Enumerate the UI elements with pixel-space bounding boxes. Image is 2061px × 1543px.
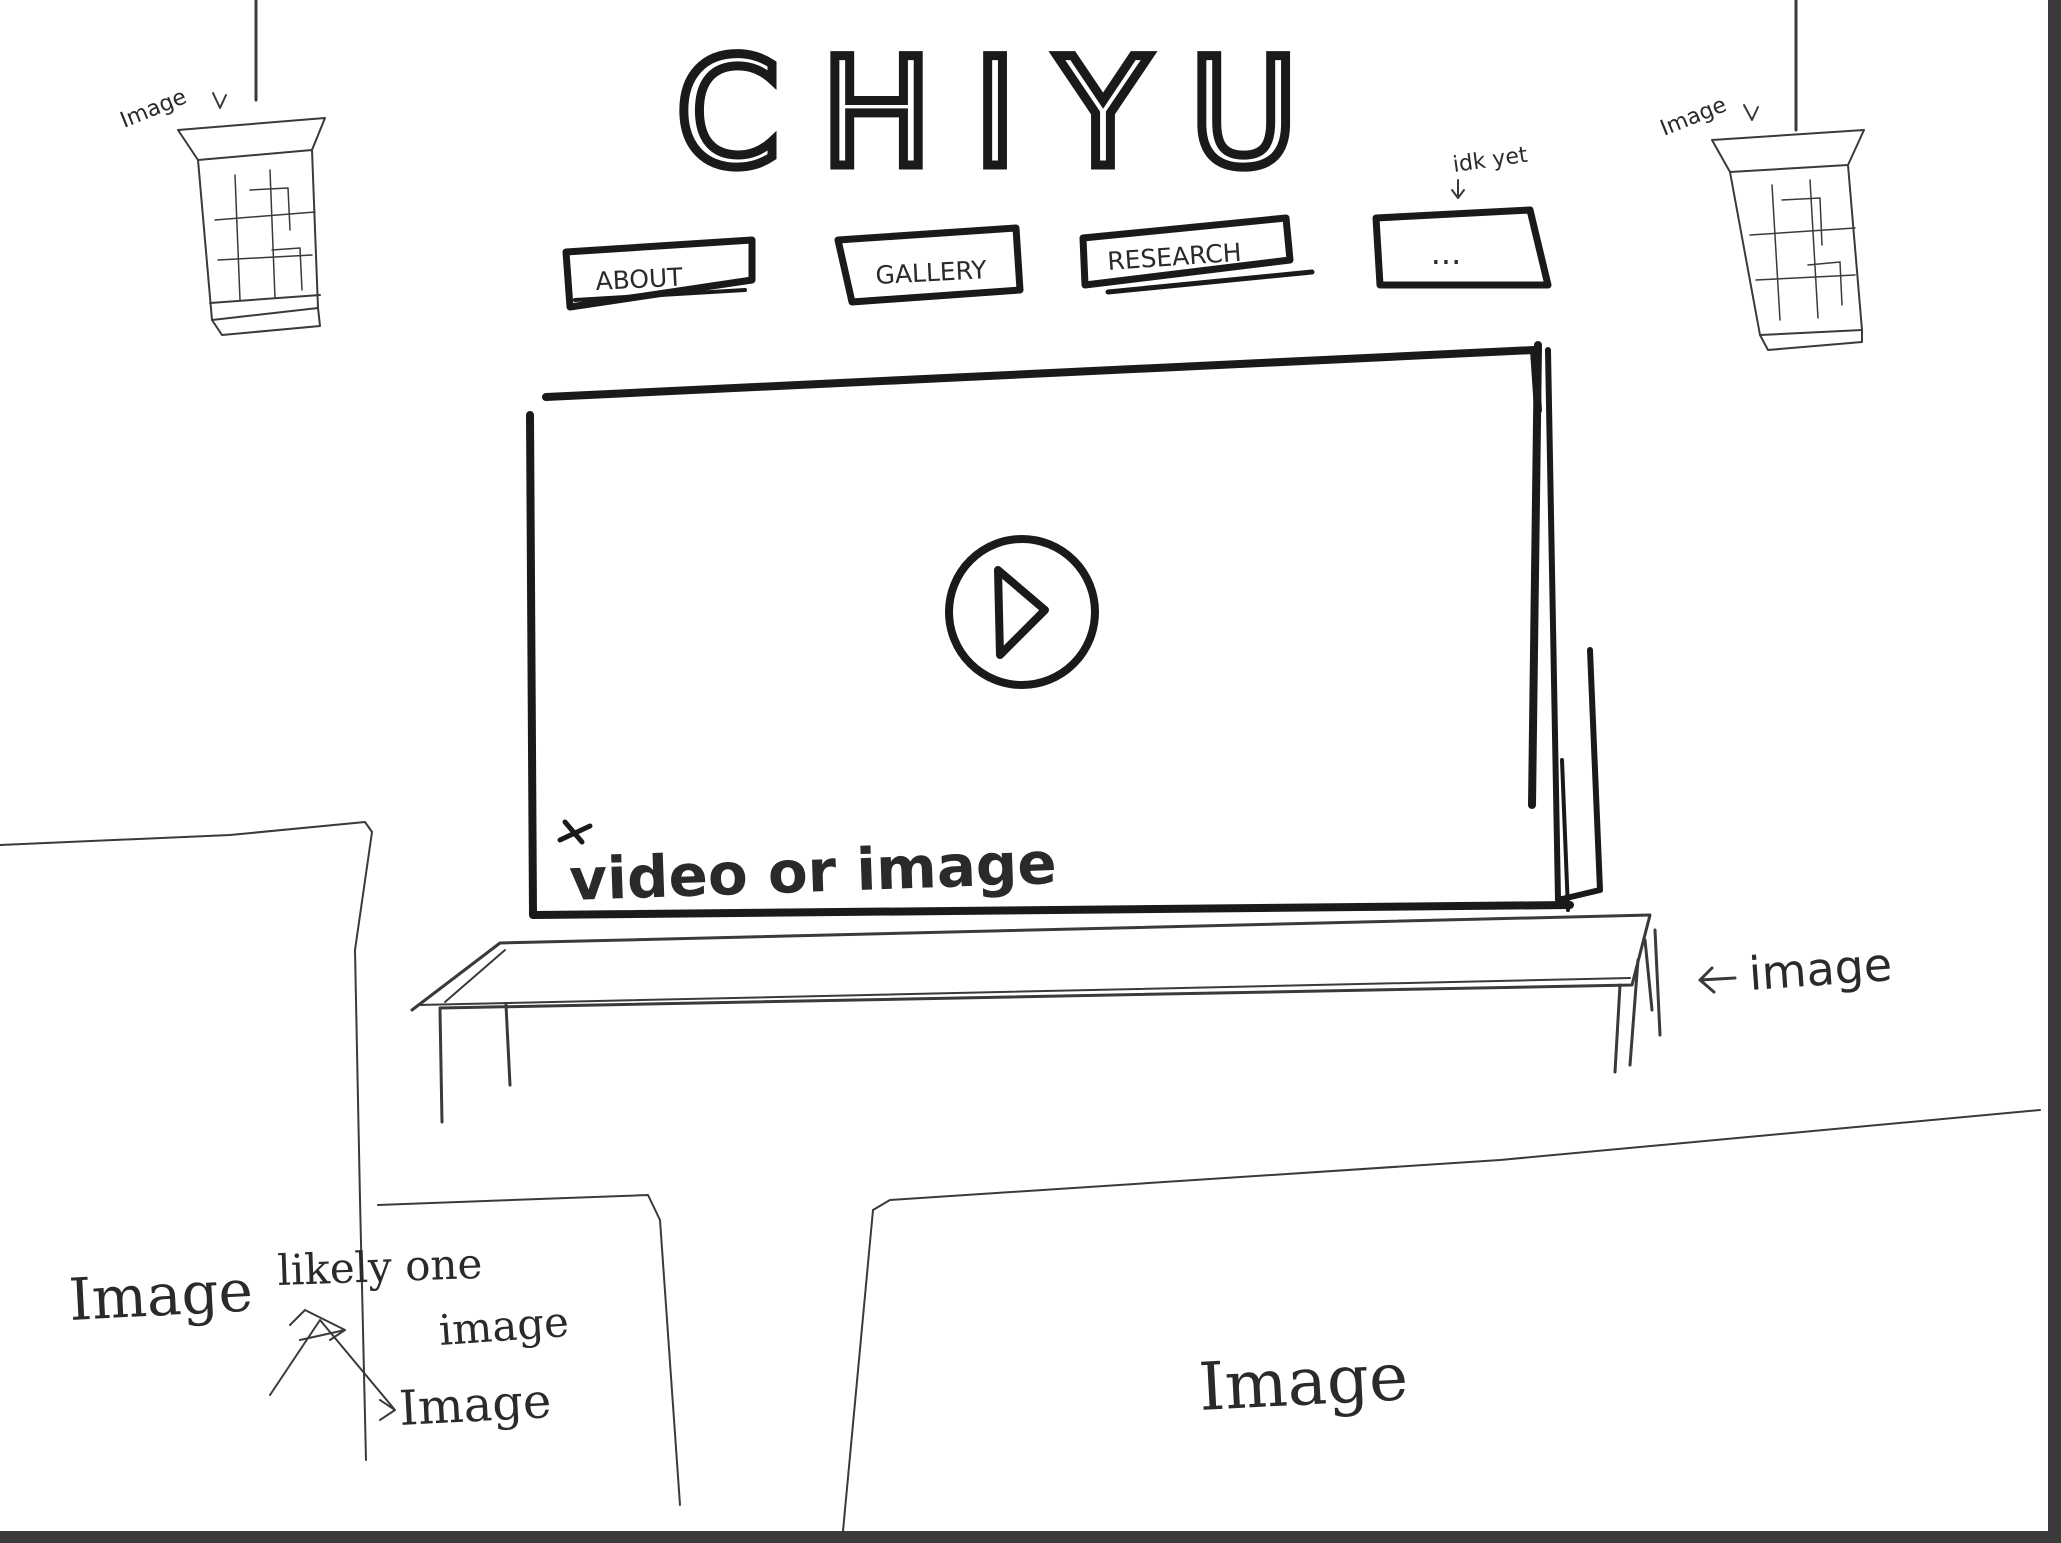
nav-more-note: idk yet: [1451, 143, 1529, 178]
nav-item-gallery[interactable]: GALLERY: [834, 224, 1024, 306]
likely-one-annotation: likely one: [277, 1239, 483, 1295]
bottom-middle-annotation: Image: [398, 1373, 553, 1437]
site-title: CHIYU: [675, 27, 1338, 201]
hero-media-frame[interactable]: [526, 341, 1603, 919]
lantern-left-label: Image: [117, 85, 190, 134]
nav-item-about[interactable]: ABOUT: [562, 236, 756, 311]
nav-label-gallery: GALLERY: [875, 255, 988, 290]
bracket-arrow-icon: [269, 1309, 396, 1421]
arrow-down-icon: [1743, 104, 1759, 121]
lantern-right-label: Image: [1657, 93, 1730, 142]
nav-item-research[interactable]: RESEARCH: [1079, 214, 1315, 295]
bottom-right-image-block: [842, 1109, 2041, 1531]
nav-item-more[interactable]: ...: [1372, 206, 1552, 289]
nav-label-about: ABOUT: [595, 262, 684, 296]
asterisk-icon: [557, 819, 593, 845]
image-word-annotation: image: [437, 1297, 570, 1355]
bottom-left-image-block: [0, 821, 373, 1461]
arrow-down-icon: [1451, 179, 1465, 199]
nav-label-more: ...: [1431, 234, 1462, 272]
bench-annotation: image: [1747, 937, 1894, 1001]
wireframe-sketch: Image Image CHIYU ABOUT GALLERY RESEARCH…: [0, 0, 2041, 1531]
play-icon[interactable]: [945, 535, 1099, 689]
scrollbar-horizontal[interactable]: [0, 1531, 2061, 1543]
bench-image: [410, 913, 1662, 1124]
bottom-right-annotation: Image: [1197, 1338, 1410, 1426]
bottom-left-annotation: Image: [67, 1256, 254, 1334]
lantern-left-image: [177, 0, 326, 336]
arrow-down-icon: [212, 92, 227, 109]
hero-annotation: video or image: [568, 829, 1058, 914]
sketch-canvas: Image Image CHIYU ABOUT GALLERY RESEARCH…: [0, 0, 2061, 1531]
lantern-right-image: [1711, 0, 1865, 351]
arrow-left-icon: [1698, 966, 1737, 994]
scrollbar-vertical[interactable]: [2048, 0, 2061, 1543]
